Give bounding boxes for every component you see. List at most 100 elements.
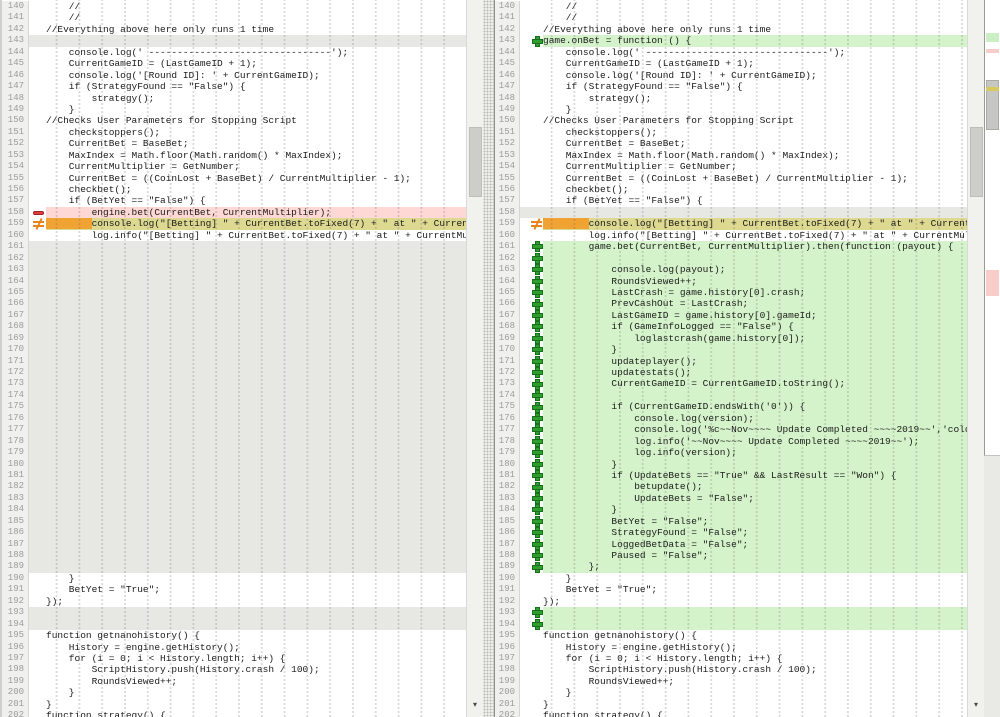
code-row[interactable]: 140 // [495, 1, 967, 12]
code-row[interactable]: 201} [495, 699, 967, 710]
code-row[interactable]: 167 [2, 310, 466, 321]
code-text[interactable]: checkstoppers(); [543, 127, 967, 138]
code-text[interactable]: BetYet = "True"; [543, 584, 967, 595]
code-row[interactable]: 160 log.info("[Betting] " + CurrentBet.t… [495, 230, 967, 241]
code-row[interactable]: 195function getnanohistory() { [2, 630, 466, 641]
code-text[interactable]: Paused = "False"; [543, 550, 967, 561]
code-text[interactable]: } [46, 699, 466, 710]
code-row[interactable]: 182 [2, 481, 466, 492]
code-text[interactable]: } [46, 104, 466, 115]
code-row[interactable]: 188 Paused = "False"; [495, 550, 967, 561]
code-row[interactable]: 140 // [2, 1, 466, 12]
code-row[interactable]: 167 LastGameID = game.history[0].gameId; [495, 310, 967, 321]
code-row[interactable]: 151 checkstoppers(); [2, 127, 466, 138]
code-text[interactable]: History = engine.getHistory(); [543, 642, 967, 653]
code-row[interactable]: 143game.onBet = function () { [495, 35, 967, 46]
code-text[interactable] [46, 413, 466, 424]
code-text[interactable]: game.onBet = function () { [543, 35, 967, 46]
code-row[interactable]: 164 RoundsViewed++; [495, 276, 967, 287]
code-text[interactable]: log.info(version); [543, 447, 967, 458]
code-row[interactable]: 196 History = engine.getHistory(); [495, 642, 967, 653]
code-text[interactable]: RoundsViewed++; [543, 276, 967, 287]
code-text[interactable] [46, 276, 466, 287]
code-row[interactable]: 141 // [2, 12, 466, 23]
code-text[interactable]: } [543, 699, 967, 710]
code-row[interactable]: 176 [2, 413, 466, 424]
code-text[interactable]: function strategy() { [46, 710, 466, 717]
right-vertical-scrollbar[interactable]: ▾ [967, 0, 984, 717]
code-row[interactable]: 158 [495, 207, 967, 218]
code-row[interactable]: 198 ScriptHistory.push(History.crash / 1… [495, 664, 967, 675]
code-row[interactable]: 157 if (BetYet == "False") { [2, 195, 466, 206]
code-text[interactable] [46, 516, 466, 527]
code-text[interactable]: CurrentGameID = (LastGameID + 1); [46, 58, 466, 69]
code-text[interactable]: updatestats(); [543, 367, 967, 378]
code-row[interactable]: 169 [2, 333, 466, 344]
code-text[interactable]: engine.bet(CurrentBet, CurrentMultiplier… [46, 207, 466, 218]
code-row[interactable]: 177 console.log('%c~~Nov~~~~ Update Comp… [495, 424, 967, 435]
code-text[interactable]: if (BetYet == "False") { [543, 195, 967, 206]
code-row[interactable]: 179 log.info(version); [495, 447, 967, 458]
code-row[interactable]: 200 } [495, 687, 967, 698]
code-text[interactable]: if (CurrentGameID.endsWith('0')) { [543, 401, 967, 412]
code-row[interactable]: 197 for (i = 0; i < History.length; i++)… [2, 653, 466, 664]
code-row[interactable]: 170 [2, 344, 466, 355]
code-text[interactable]: CurrentBet = BaseBet; [46, 138, 466, 149]
code-row[interactable]: 163 [2, 264, 466, 275]
code-text[interactable]: LastGameID = game.history[0].gameId; [543, 310, 967, 321]
code-text[interactable]: checkstoppers(); [46, 127, 466, 138]
left-scrollbar-thumb[interactable] [469, 127, 482, 197]
code-text[interactable]: MaxIndex = Math.floor(Math.random() * Ma… [46, 150, 466, 161]
code-text[interactable]: console.log("[Betting] " + CurrentBet.to… [46, 218, 466, 229]
code-row[interactable]: 187 LoggedBetData = "False"; [495, 539, 967, 550]
code-text[interactable] [46, 539, 466, 550]
code-row[interactable]: 173 [2, 378, 466, 389]
code-text[interactable]: } [543, 459, 967, 470]
code-row[interactable]: 158 engine.bet(CurrentBet, CurrentMultip… [2, 207, 466, 218]
code-text[interactable] [46, 527, 466, 538]
code-text[interactable]: console.log('[Round ID]: ' + CurrentGame… [543, 70, 967, 81]
code-row[interactable]: 184 } [495, 504, 967, 515]
code-text[interactable] [46, 561, 466, 572]
code-row[interactable]: 178 log.info('~~Nov~~~~ Update Completed… [495, 436, 967, 447]
code-row[interactable]: 181 if (UpdateBets == "True" && LastResu… [495, 470, 967, 481]
code-text[interactable] [46, 35, 466, 46]
code-row[interactable]: 199 RoundsViewed++; [495, 676, 967, 687]
code-text[interactable]: if (GameInfoLogged == "False") { [543, 321, 967, 332]
code-row[interactable]: 191 BetYet = "True"; [2, 584, 466, 595]
code-row[interactable]: 190 } [2, 573, 466, 584]
code-text[interactable]: } [543, 687, 967, 698]
code-row[interactable]: 149 } [2, 104, 466, 115]
code-row[interactable]: 195function getnanohistory() { [495, 630, 967, 641]
code-row[interactable]: 189 [2, 561, 466, 572]
code-row[interactable]: 192}); [495, 596, 967, 607]
code-text[interactable] [46, 550, 466, 561]
code-row[interactable]: 154 CurrentMultiplier = GetNumber; [2, 161, 466, 172]
code-text[interactable] [543, 607, 967, 618]
code-row[interactable]: 159 console.log("[Betting] " + CurrentBe… [2, 218, 466, 229]
code-text[interactable]: console.log("[Betting] " + CurrentBet.to… [543, 218, 967, 229]
code-text[interactable]: PrevCashOut = LastCrash; [543, 298, 967, 309]
code-row[interactable]: 146 console.log('[Round ID]: ' + Current… [2, 70, 466, 81]
code-text[interactable] [46, 356, 466, 367]
code-text[interactable] [46, 401, 466, 412]
code-row[interactable]: 164 [2, 276, 466, 287]
code-row[interactable]: 170 } [495, 344, 967, 355]
code-row[interactable]: 163 console.log(payout); [495, 264, 967, 275]
code-row[interactable]: 193 [495, 607, 967, 618]
code-row[interactable]: 190 } [495, 573, 967, 584]
code-text[interactable]: //Everything above here only runs 1 time [46, 24, 466, 35]
code-text[interactable]: console.log(version); [543, 413, 967, 424]
code-text[interactable]: if (StrategyFound == "False") { [543, 81, 967, 92]
code-text[interactable]: CurrentMultiplier = GetNumber; [46, 161, 466, 172]
code-text[interactable] [46, 253, 466, 264]
code-row[interactable]: 180 [2, 459, 466, 470]
right-scrollbar-down-arrow-icon[interactable]: ▾ [968, 698, 984, 714]
code-row[interactable]: 177 [2, 424, 466, 435]
code-text[interactable]: RoundsViewed++; [46, 676, 466, 687]
code-row[interactable]: 154 CurrentMultiplier = GetNumber; [495, 161, 967, 172]
code-text[interactable]: } [46, 573, 466, 584]
code-text[interactable] [46, 333, 466, 344]
code-text[interactable]: function getnanohistory() { [46, 630, 466, 641]
code-text[interactable] [46, 287, 466, 298]
